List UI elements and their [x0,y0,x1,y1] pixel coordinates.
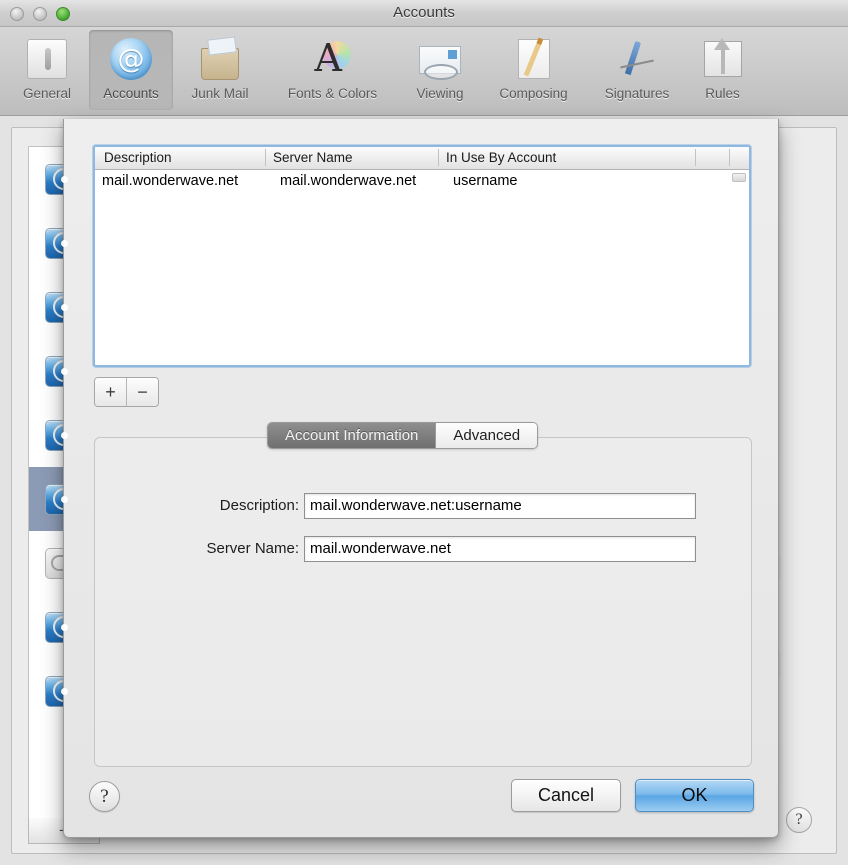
server-name-label: Server Name: [206,540,299,557]
background-help-button[interactable]: ? [786,807,812,833]
junk-mail-icon [197,36,243,82]
toolbar-item-composing[interactable]: Composing [483,30,584,110]
toolbar-label-accounts: Accounts [103,86,159,101]
viewing-icon [417,36,463,82]
cell-in-use-by-account: username [453,173,518,189]
toolbar-item-junk-mail[interactable]: Junk Mail [177,30,263,110]
rules-icon [700,36,746,82]
toolbar-item-rules[interactable]: Rules [690,30,755,110]
tab-account-information[interactable]: Account Information [268,423,436,448]
description-label: Description: [219,497,299,514]
column-header-description[interactable]: Description [104,150,172,165]
account-details-box [94,437,752,767]
column-header-server-name[interactable]: Server Name [273,150,353,165]
cell-description: mail.wonderwave.net [102,173,239,189]
add-server-button[interactable]: + [95,378,126,406]
toolbar-item-accounts[interactable]: @ Accounts [89,30,173,110]
window-titlebar: Accounts [0,0,848,27]
scroll-indicator[interactable] [732,173,746,182]
help-button[interactable]: ? [89,781,120,812]
column-divider[interactable] [265,149,266,166]
general-icon [24,36,70,82]
toolbar-item-signatures[interactable]: Signatures [587,30,687,110]
list-add-remove-group: + − [94,377,159,407]
remove-server-button[interactable]: − [126,378,158,406]
column-divider[interactable] [695,149,696,166]
table-body: mail.wonderwave.net mail.wonderwave.net … [95,170,749,195]
toolbar-label-composing: Composing [499,86,568,101]
table-row[interactable]: mail.wonderwave.net mail.wonderwave.net … [95,170,749,195]
column-header-in-use-by-account[interactable]: In Use By Account [446,150,556,165]
toolbar-item-viewing[interactable]: Viewing [400,30,480,110]
cell-server-name: mail.wonderwave.net [280,173,417,189]
toolbar-label-signatures: Signatures [604,86,670,101]
composing-icon [511,36,557,82]
description-field[interactable]: mail.wonderwave.net:username [304,493,696,519]
server-name-field[interactable]: mail.wonderwave.net [304,536,696,562]
toolbar-label-rules: Rules [705,86,740,101]
details-tabbar: Account Information Advanced [267,422,539,449]
toolbar-label-general: General [22,86,72,101]
preferences-toolbar: General @ Accounts Junk Mail Fonts & Col… [0,27,848,116]
ok-button[interactable]: OK [635,779,754,812]
table-header-row: Description Server Name In Use By Accoun… [95,147,749,170]
server-list-table[interactable]: Description Server Name In Use By Accoun… [93,145,751,367]
tab-advanced[interactable]: Advanced [435,423,538,448]
toolbar-label-fonts-colors: Fonts & Colors [287,86,378,101]
column-divider[interactable] [729,149,730,166]
column-divider[interactable] [438,149,439,166]
signatures-icon [614,36,660,82]
toolbar-label-viewing: Viewing [416,86,464,101]
window-title: Accounts [393,4,455,21]
cancel-button[interactable]: Cancel [511,779,621,812]
toolbar-item-general[interactable]: General [8,30,86,110]
fonts-colors-icon [310,36,356,82]
smtp-server-list-sheet: Description Server Name In Use By Accoun… [63,119,779,838]
toolbar-label-junk-mail: Junk Mail [191,86,249,101]
toolbar-item-fonts-colors[interactable]: Fonts & Colors [266,30,399,110]
preferences-window: Accounts General @ Accounts Junk Mail Fo… [0,0,848,865]
accounts-icon: @ [108,36,154,82]
